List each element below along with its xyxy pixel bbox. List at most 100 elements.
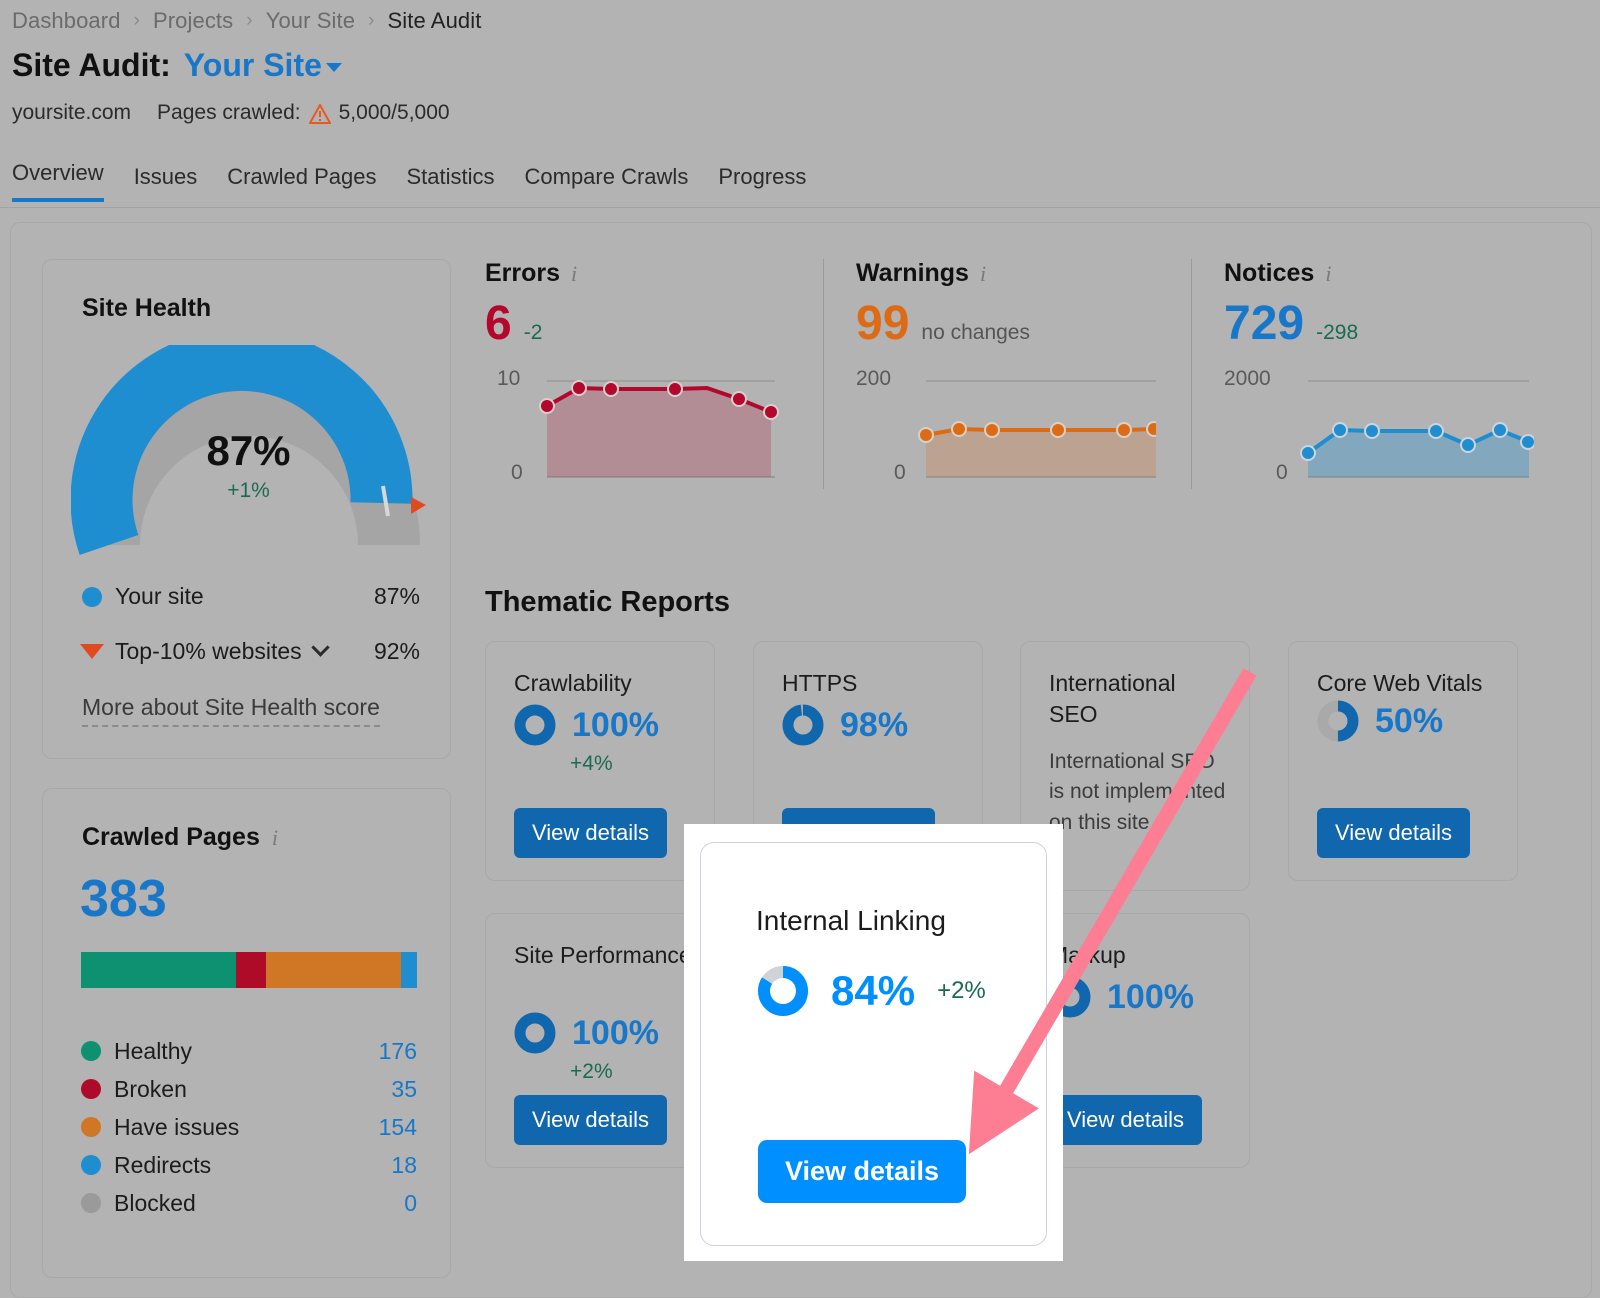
- legend-label-healthy: Healthy: [114, 1038, 379, 1065]
- legend-value-your-site: 87%: [374, 583, 420, 610]
- progress-ring-icon: [514, 704, 556, 746]
- thematic-reports-title: Thematic Reports: [485, 586, 730, 619]
- crawled-pages-stacked-bar: [81, 952, 417, 988]
- metric-warnings-delta: no changes: [921, 321, 1030, 345]
- chevron-down-icon[interactable]: [311, 638, 329, 656]
- thematic-card-percent: 100%: [572, 706, 659, 745]
- bar-segment-have-issues: [266, 952, 401, 988]
- metric-errors-delta: -2: [524, 321, 543, 345]
- thematic-card-delta: +2%: [570, 1060, 613, 1084]
- metric-notices-value-row: 729 -298: [1224, 296, 1564, 351]
- tab-overview[interactable]: Overview: [12, 160, 104, 202]
- info-icon[interactable]: i: [272, 825, 278, 851]
- popup-delta: +2%: [937, 977, 986, 1005]
- legend-label-redirects: Redirects: [114, 1152, 391, 1179]
- thematic-card-percent: 100%: [1107, 978, 1194, 1017]
- metric-errors-value-row: 6 -2: [485, 296, 815, 351]
- progress-ring-icon: [757, 965, 809, 1017]
- view-details-button[interactable]: View details: [514, 1095, 667, 1145]
- thematic-card-title: Site Performance: [514, 940, 694, 971]
- view-details-button[interactable]: View details: [1049, 1095, 1202, 1145]
- metric-errors: Errors i 6 -2 10 0: [485, 259, 815, 509]
- legend-dot-icon: [81, 1117, 101, 1137]
- thematic-card-site-performance[interactable]: Site Performance 100% +2% View details: [485, 913, 715, 1168]
- warning-triangle-icon: [309, 104, 331, 124]
- metric-warnings: Warnings i 99 no changes 200 0: [856, 259, 1186, 509]
- legend-triangle-icon: [80, 644, 104, 659]
- progress-ring-icon: [782, 704, 824, 746]
- site-health-delta: +1%: [71, 479, 426, 503]
- tab-issues[interactable]: Issues: [134, 164, 198, 202]
- tab-progress[interactable]: Progress: [718, 164, 806, 202]
- legend-value-healthy: 176: [379, 1038, 417, 1065]
- metric-notices-header: Notices i: [1224, 259, 1564, 288]
- site-health-card: Site Health 87% +1% Your site: [42, 259, 451, 759]
- metric-divider: [823, 259, 824, 489]
- metric-warnings-value: 99: [856, 296, 909, 351]
- pages-crawled: Pages crawled: 5,000/5,000: [157, 101, 450, 125]
- metric-errors-sparkline: 10 0: [485, 373, 815, 491]
- thematic-card-percent: 100%: [572, 1014, 659, 1053]
- list-item[interactable]: Have issues 154: [81, 1108, 417, 1146]
- site-domain: yoursite.com: [12, 101, 131, 125]
- breadcrumb-item-projects[interactable]: Projects: [153, 8, 233, 34]
- crawled-pages-title: Crawled Pages i: [82, 823, 278, 852]
- chevron-down-icon: [326, 63, 342, 72]
- thematic-card-core-web-vitals[interactable]: Core Web Vitals 50% View details: [1288, 641, 1518, 881]
- metric-warnings-header: Warnings i: [856, 259, 1186, 288]
- legend-dot-icon: [81, 1193, 101, 1213]
- legend-value-redirects: 18: [391, 1152, 417, 1179]
- breadcrumb-item-your-site[interactable]: Your Site: [266, 8, 355, 34]
- thematic-card-crawlability[interactable]: Crawlability 100% +4% View details: [485, 641, 715, 881]
- list-item[interactable]: Blocked 0: [81, 1184, 417, 1222]
- breadcrumb: Dashboard › Projects › Your Site › Site …: [12, 8, 481, 34]
- info-icon[interactable]: i: [571, 261, 577, 287]
- page-title-prefix: Site Audit:: [12, 47, 171, 84]
- list-item[interactable]: Healthy 176: [81, 1032, 417, 1070]
- legend-dot-icon: [81, 1155, 101, 1175]
- progress-ring-icon: [514, 1012, 556, 1054]
- more-about-site-health-link[interactable]: More about Site Health score: [82, 694, 380, 727]
- thematic-card-title: International SEO: [1049, 668, 1229, 730]
- tab-statistics[interactable]: Statistics: [406, 164, 494, 202]
- thematic-card-score: 100%: [514, 1012, 659, 1054]
- crawled-pages-legend: Healthy 176 Broken 35 Have issues 154 Re…: [81, 1032, 417, 1222]
- thematic-card-delta: +4%: [570, 752, 613, 776]
- legend-label-benchmark: Top-10% websites: [115, 638, 302, 665]
- legend-label-blocked: Blocked: [114, 1190, 404, 1217]
- list-item[interactable]: Redirects 18: [81, 1146, 417, 1184]
- thematic-card-score: 100%: [1049, 976, 1194, 1018]
- view-details-button[interactable]: View details: [514, 808, 667, 858]
- popup-view-details-button[interactable]: View details: [758, 1140, 966, 1203]
- metric-notices-sparkline: 2000 0: [1224, 373, 1564, 491]
- breadcrumb-item-site-audit: Site Audit: [388, 8, 482, 34]
- metric-errors-header: Errors i: [485, 259, 815, 288]
- list-item[interactable]: Broken 35: [81, 1070, 417, 1108]
- view-details-button[interactable]: View details: [1317, 808, 1470, 858]
- thematic-card-score: 50%: [1317, 700, 1443, 742]
- tab-crawled-pages[interactable]: Crawled Pages: [227, 164, 376, 202]
- crawled-pages-title-label: Crawled Pages: [82, 823, 260, 852]
- metric-notices-delta: -298: [1316, 321, 1358, 345]
- thematic-card-percent: 98%: [840, 706, 908, 745]
- breadcrumb-item-dashboard[interactable]: Dashboard: [12, 8, 121, 34]
- project-selector[interactable]: Your Site: [184, 47, 342, 84]
- breadcrumb-separator-icon: ›: [246, 10, 252, 32]
- metric-errors-title: Errors: [485, 259, 560, 288]
- thematic-card-score: 100%: [514, 704, 659, 746]
- crawled-pages-card: Crawled Pages i 383 Healthy 176 Broken: [42, 788, 451, 1278]
- progress-ring-icon: [1317, 700, 1359, 742]
- thematic-card-description: International SEO is not implemented on …: [1049, 747, 1234, 838]
- tab-compare-crawls[interactable]: Compare Crawls: [525, 164, 689, 202]
- breadcrumb-separator-icon: ›: [368, 10, 374, 32]
- legend-label-broken: Broken: [114, 1076, 391, 1103]
- legend-dot-icon: [82, 587, 102, 607]
- site-meta-row: yoursite.com Pages crawled: 5,000/5,000: [12, 101, 450, 125]
- metric-divider: [1191, 259, 1192, 489]
- internal-linking-card: Internal Linking 84% +2% View details: [700, 842, 1047, 1246]
- info-icon[interactable]: i: [980, 261, 986, 287]
- crawled-pages-total: 383: [80, 869, 167, 929]
- info-icon[interactable]: i: [1325, 261, 1331, 287]
- site-health-legend-benchmark[interactable]: Top-10% websites: [80, 638, 327, 665]
- site-health-score: 87%: [71, 427, 426, 475]
